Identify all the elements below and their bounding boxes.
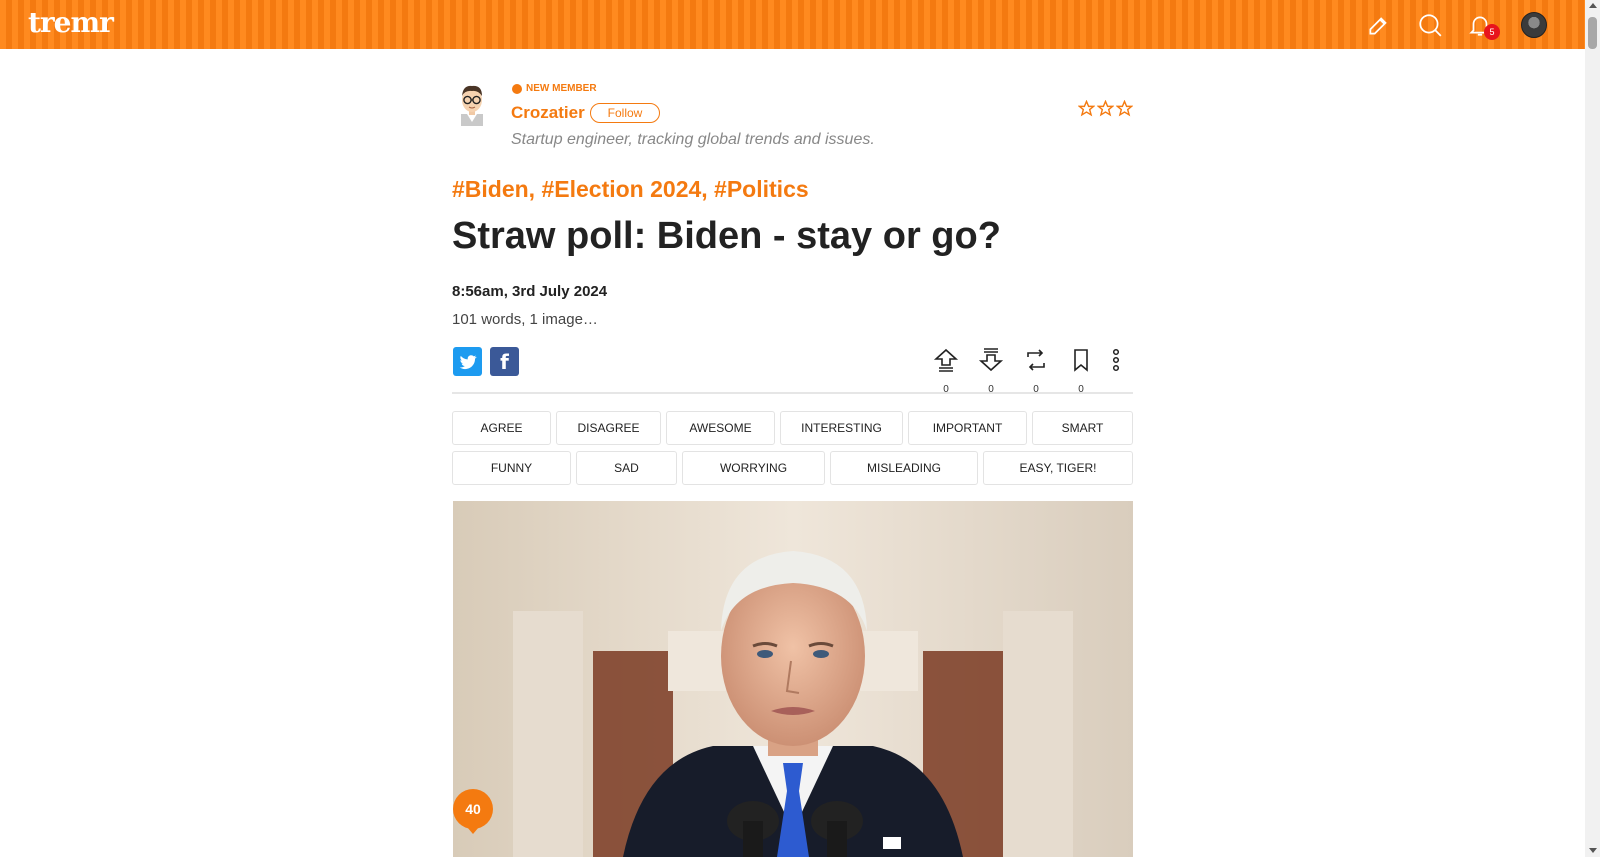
reaction-row-2: FUNNY SAD WORRYING MISLEADING EASY, TIGE… bbox=[452, 451, 1133, 485]
scroll-down-arrow[interactable] bbox=[1589, 848, 1597, 853]
reaction-awesome[interactable]: AWESOME bbox=[666, 411, 775, 445]
reaction-interesting[interactable]: INTERESTING bbox=[780, 411, 903, 445]
downvote-button[interactable]: 0 bbox=[976, 347, 1006, 395]
new-member-badge: NEW MEMBER bbox=[512, 83, 597, 94]
action-divider bbox=[452, 392, 1133, 394]
reaction-important[interactable]: IMPORTANT bbox=[908, 411, 1027, 445]
upvote-icon bbox=[933, 348, 959, 372]
repost-button[interactable]: 0 bbox=[1021, 347, 1051, 395]
status-dot bbox=[512, 83, 522, 94]
post-image[interactable] bbox=[453, 501, 1133, 857]
twitter-icon bbox=[459, 354, 477, 369]
star-icon[interactable] bbox=[1115, 99, 1134, 117]
search-icon[interactable] bbox=[1417, 12, 1443, 38]
new-member-label: NEW MEMBER bbox=[526, 83, 597, 94]
star-icon[interactable] bbox=[1077, 99, 1096, 117]
bookmark-icon bbox=[1074, 349, 1088, 372]
author-bio: Startup engineer, tracking global trends… bbox=[511, 131, 875, 148]
bookmark-button[interactable]: 0 bbox=[1066, 347, 1096, 395]
reaction-disagree[interactable]: DISAGREE bbox=[556, 411, 661, 445]
scrollbar[interactable] bbox=[1585, 0, 1600, 857]
twitter-share-button[interactable] bbox=[453, 347, 482, 376]
tremr-logo[interactable]: tremr bbox=[28, 6, 114, 39]
star-icon[interactable] bbox=[1096, 99, 1115, 117]
downvote-icon bbox=[978, 348, 1004, 372]
reaction-funny[interactable]: FUNNY bbox=[452, 451, 571, 485]
author-avatar[interactable] bbox=[453, 82, 491, 126]
score-badge[interactable]: 40 bbox=[453, 789, 493, 829]
facebook-share-button[interactable]: f bbox=[490, 347, 519, 376]
reaction-row-1: AGREE DISAGREE AWESOME INTERESTING IMPOR… bbox=[452, 411, 1133, 445]
follow-button[interactable]: Follow bbox=[590, 103, 660, 123]
post-title: Straw poll: Biden - stay or go? bbox=[452, 215, 1001, 257]
more-options-button[interactable] bbox=[1103, 347, 1127, 378]
post-tags[interactable]: #Biden, #Election 2024, #Politics bbox=[452, 176, 809, 203]
reaction-misleading[interactable]: MISLEADING bbox=[830, 451, 978, 485]
edit-icon[interactable] bbox=[1366, 12, 1392, 38]
score-badge-pointer bbox=[467, 827, 479, 834]
top-navigation-bar: tremr 5 bbox=[0, 0, 1585, 49]
star-rating[interactable] bbox=[1077, 99, 1134, 117]
reaction-worrying[interactable]: WORRYING bbox=[682, 451, 825, 485]
upvote-button[interactable]: 0 bbox=[931, 347, 961, 395]
reaction-sad[interactable]: SAD bbox=[576, 451, 677, 485]
reaction-agree[interactable]: AGREE bbox=[452, 411, 551, 445]
reaction-easy-tiger[interactable]: EASY, TIGER! bbox=[983, 451, 1133, 485]
repost-icon bbox=[1027, 349, 1045, 371]
reaction-smart[interactable]: SMART bbox=[1032, 411, 1133, 445]
post-meta: 101 words, 1 image… bbox=[452, 311, 598, 328]
facebook-icon: f bbox=[500, 350, 509, 374]
scroll-up-arrow[interactable] bbox=[1589, 3, 1597, 8]
user-avatar[interactable] bbox=[1521, 12, 1547, 38]
author-name[interactable]: Crozatier bbox=[511, 103, 585, 123]
more-vertical-icon bbox=[1112, 348, 1120, 372]
notification-count-badge: 5 bbox=[1484, 24, 1500, 40]
post-date: 8:56am, 3rd July 2024 bbox=[452, 283, 608, 300]
scroll-thumb[interactable] bbox=[1588, 17, 1597, 49]
